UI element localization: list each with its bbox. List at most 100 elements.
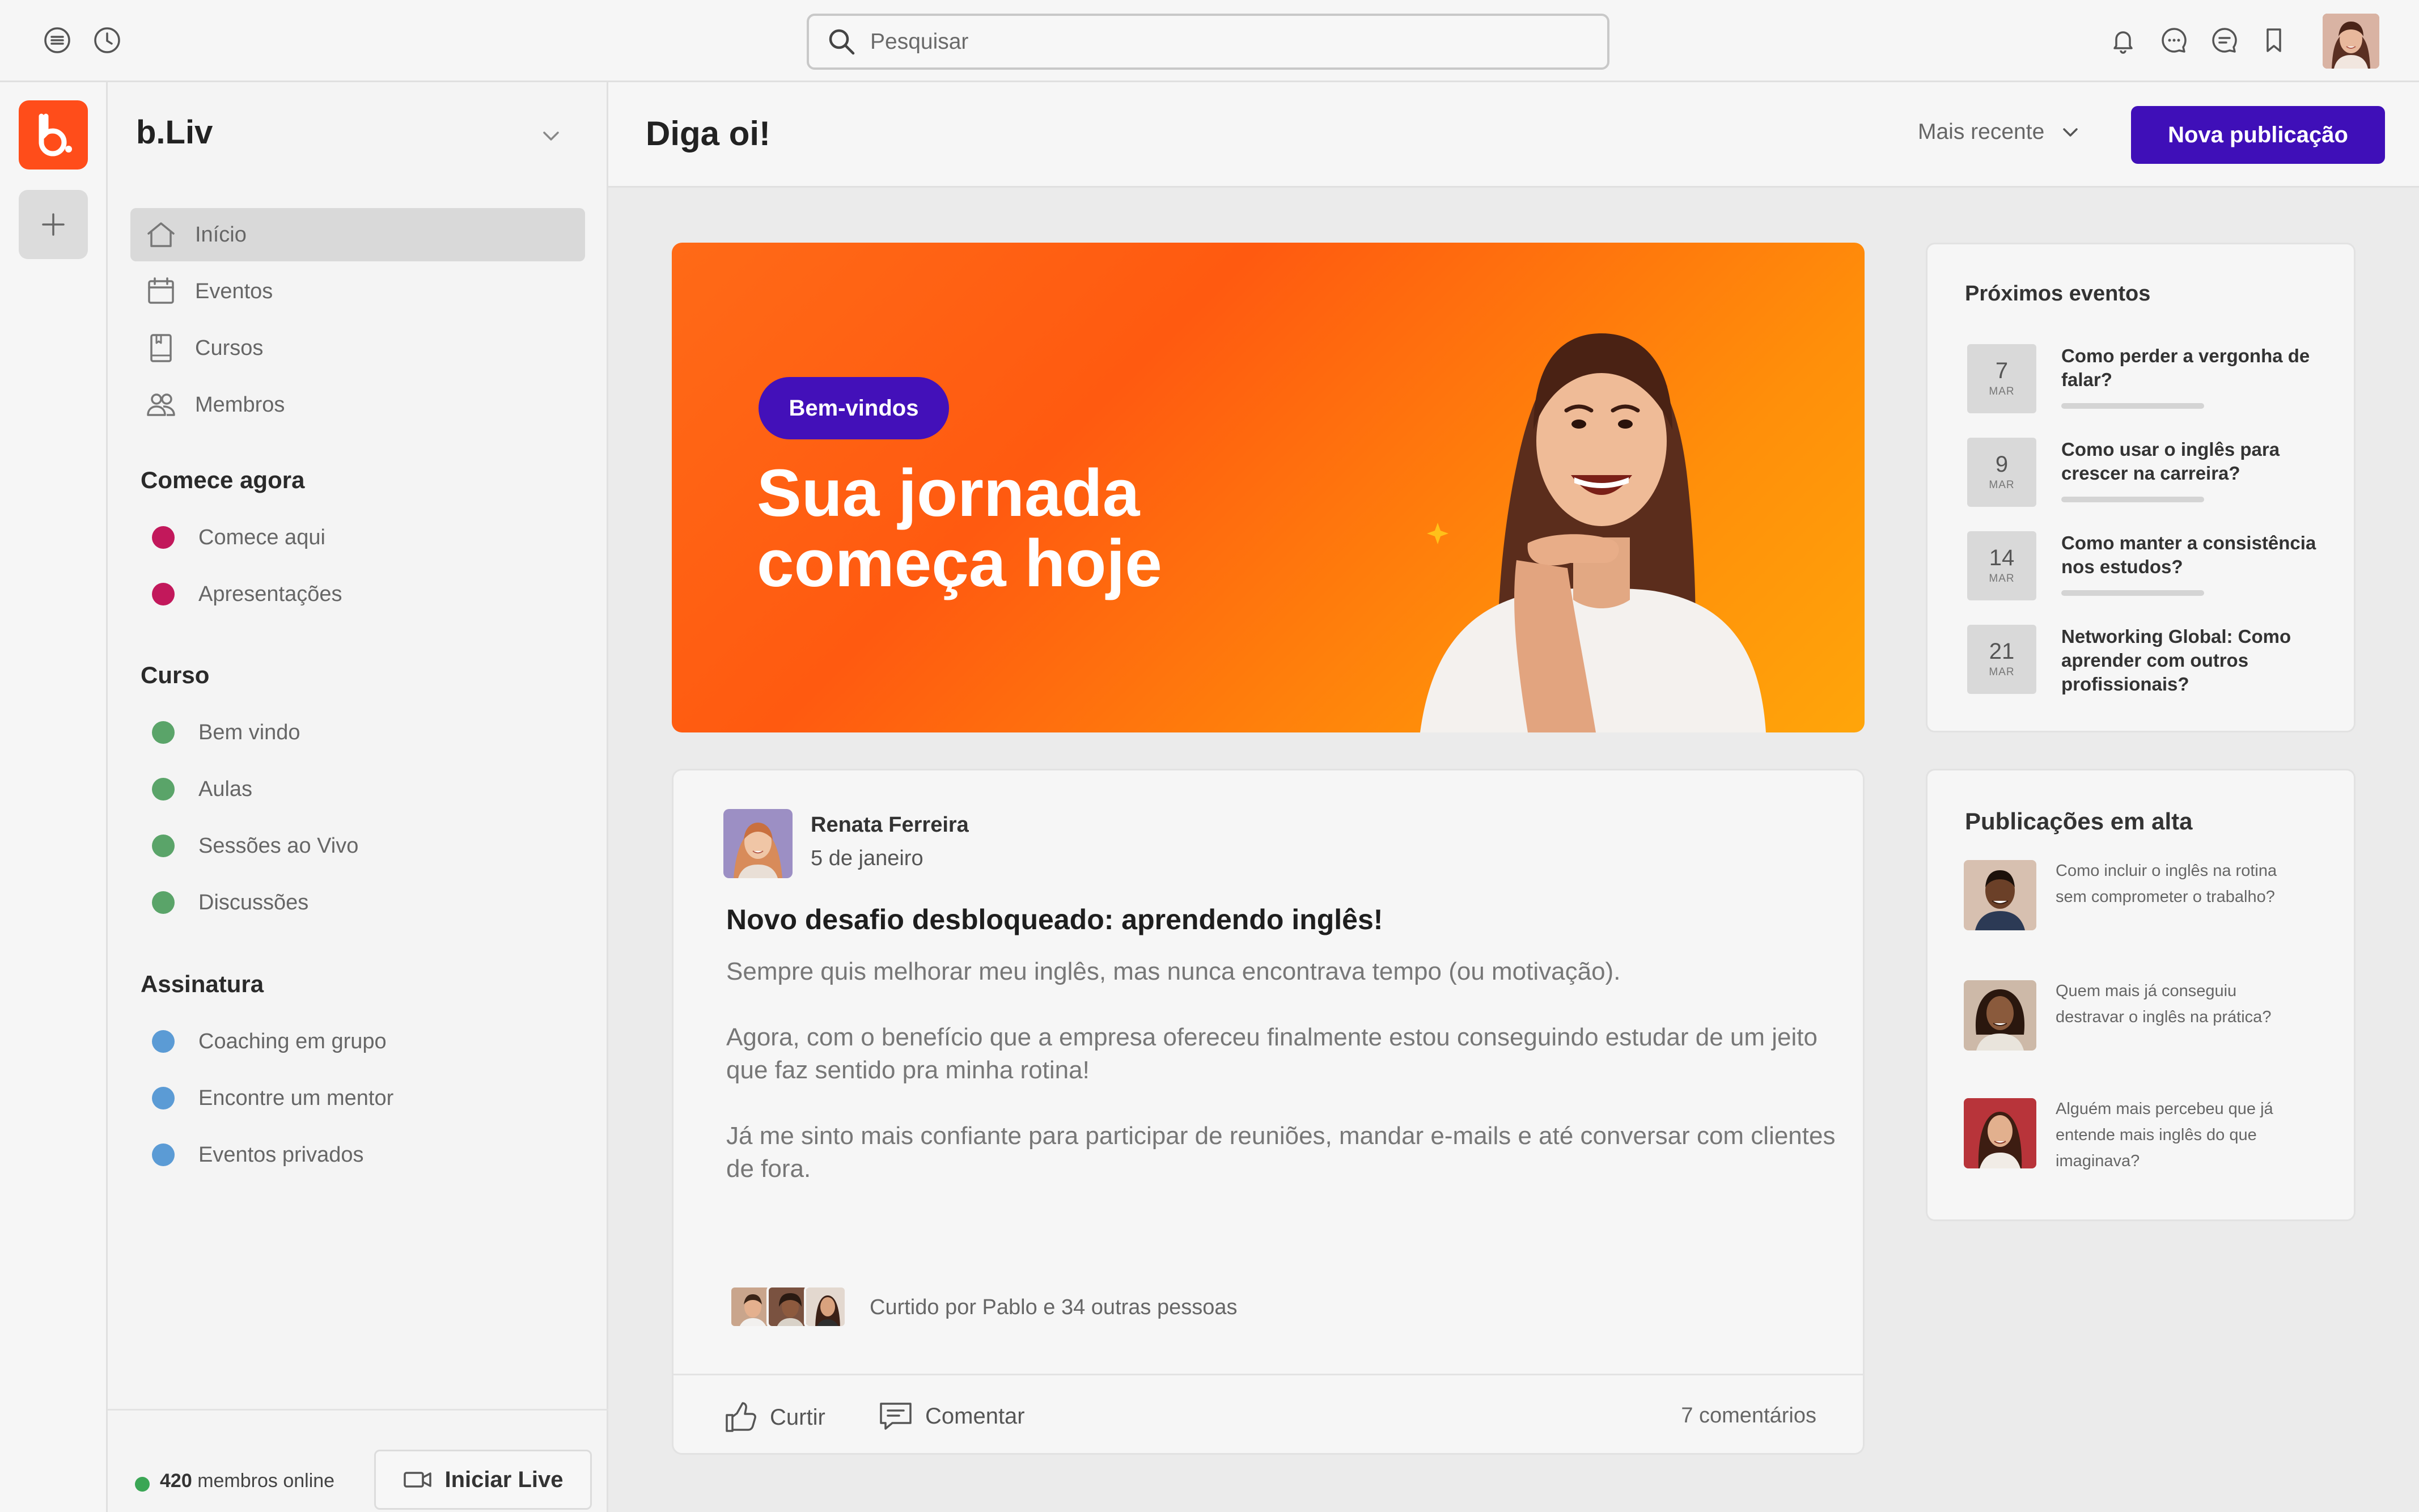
online-status-icon — [135, 1477, 150, 1492]
sidebar-item-label: Encontre um mentor — [198, 1086, 394, 1110]
banner-title-line: começa hoje — [757, 526, 1162, 601]
banner-woman-photo — [1420, 333, 1766, 732]
community-name[interactable]: b.Liv — [136, 113, 213, 151]
event-title: Como manter a consistência nos estudos? — [2061, 532, 2316, 577]
sidebar-item-sessoes-ao-vivo[interactable]: Sessões ao Vivo — [130, 819, 585, 873]
post-author[interactable]: Renata Ferreira — [811, 813, 969, 837]
sidebar-item-apresentacoes[interactable]: Apresentações — [130, 567, 585, 621]
event-bar — [2061, 497, 2204, 502]
messages-icon[interactable] — [2209, 25, 2240, 56]
sidebar-item-inicio[interactable]: Início — [130, 208, 585, 261]
comments-count[interactable]: 7 comentários — [1681, 1404, 1816, 1428]
home-icon — [144, 218, 178, 252]
like-label: Curtir — [770, 1404, 825, 1430]
section-title-curso: Curso — [141, 662, 210, 688]
event-item[interactable]: 9 MAR Como usar o inglês para crescer na… — [1967, 438, 2341, 511]
sidebar-item-eventos[interactable]: Eventos — [130, 265, 585, 318]
sidebar-item-discussoes[interactable]: Discussões — [130, 876, 585, 929]
event-date: 21 MAR — [1967, 625, 2036, 694]
search-icon — [827, 27, 857, 57]
sidebar-item-label: Cursos — [195, 336, 264, 360]
sort-label: Mais recente — [1918, 120, 2045, 144]
trending-item[interactable]: Como incluir o inglês na rotina sem comp… — [1964, 860, 2338, 962]
sidebar-item-coaching-em-grupo[interactable]: Coaching em grupo — [130, 1015, 585, 1068]
page-title: Diga oi! — [646, 115, 770, 153]
trending-text: Quem mais já conseguiu destravar o inglê… — [2056, 982, 2272, 1026]
post-actions: Curtir Comentar 7 comentários — [673, 1374, 1863, 1453]
start-live-button[interactable]: Iniciar Live — [374, 1450, 592, 1510]
trending-text: Como incluir o inglês na rotina sem comp… — [2056, 862, 2277, 906]
liker-avatar — [729, 1285, 772, 1328]
sort-dropdown[interactable]: Mais recente — [1918, 120, 2082, 145]
sidebar-item-membros[interactable]: Membros — [130, 378, 585, 431]
trending-avatar — [1964, 980, 2036, 1051]
author-avatar[interactable] — [723, 809, 793, 878]
menu-icon[interactable] — [42, 25, 73, 56]
event-day: 7 — [1995, 358, 2009, 383]
sidebar-item-label: Bem vindo — [198, 720, 300, 744]
bell-icon[interactable] — [2108, 25, 2138, 56]
event-item[interactable]: 21 MAR Networking Global: Como aprender … — [1967, 625, 2341, 698]
comment-label: Comentar — [925, 1403, 1025, 1429]
search-input[interactable] — [870, 29, 1550, 54]
sidebar-item-bem-vindo[interactable]: Bem vindo — [130, 706, 585, 759]
new-post-button[interactable]: Nova publicação — [2131, 106, 2385, 164]
sidebar-footer: 420 membros online Iniciar Live — [108, 1409, 608, 1512]
post-body: Sempre quis melhorar meu inglês, mas nun… — [726, 955, 1837, 1218]
chevron-down-icon[interactable] — [540, 125, 562, 147]
event-month: MAR — [1989, 479, 2015, 491]
trending-item[interactable]: Quem mais já conseguiu destravar o inglê… — [1964, 980, 2338, 1082]
user-avatar[interactable] — [2323, 14, 2379, 69]
event-day: 21 — [1989, 639, 2015, 664]
channel-dot-icon — [152, 891, 175, 914]
event-month: MAR — [1989, 573, 2015, 585]
sidebar-item-label: Membros — [195, 392, 285, 417]
welcome-banner: Bem-vindos Sua jornada começa hoje — [672, 243, 1865, 732]
event-title: Como perder a vergonha de falar? — [2061, 345, 2310, 390]
section-title-assinatura: Assinatura — [141, 971, 264, 997]
comment-button[interactable]: Comentar — [879, 1400, 1025, 1432]
liker-avatar — [804, 1285, 847, 1328]
event-item[interactable]: 7 MAR Como perder a vergonha de falar? — [1967, 344, 2341, 418]
sidebar-item-label: Coaching em grupo — [198, 1029, 387, 1053]
event-title: Como usar o inglês para crescer na carre… — [2061, 439, 2280, 484]
community-logo-button[interactable] — [19, 100, 88, 170]
likers-avatars[interactable] — [729, 1285, 848, 1331]
sidebar-item-eventos-privados[interactable]: Eventos privados — [130, 1128, 585, 1181]
add-community-button[interactable] — [19, 190, 88, 259]
event-date: 9 MAR — [1967, 438, 2036, 507]
trending-item[interactable]: Alguém mais percebeu que já entende mais… — [1964, 1098, 2338, 1200]
clock-icon[interactable] — [92, 25, 122, 56]
channel-dot-icon — [152, 583, 175, 605]
event-item[interactable]: 14 MAR Como manter a consistência nos es… — [1967, 531, 2341, 605]
chat-icon[interactable] — [2159, 25, 2189, 56]
sidebar-item-cursos[interactable]: Cursos — [130, 321, 585, 375]
channel-dot-icon — [152, 835, 175, 857]
event-bar — [2061, 403, 2204, 409]
sidebar-item-label: Eventos privados — [198, 1142, 364, 1167]
channel-dot-icon — [152, 1030, 175, 1053]
thumbs-up-icon — [726, 1402, 756, 1432]
search-bar[interactable] — [807, 14, 1609, 70]
post-paragraph: Agora, com o benefício que a empresa ofe… — [726, 1023, 1818, 1084]
channel-dot-icon — [152, 1087, 175, 1109]
post-paragraph: Já me sinto mais confiante para particip… — [726, 1122, 1836, 1183]
event-bar — [2061, 590, 2204, 596]
bookmark-icon[interactable] — [2259, 25, 2289, 56]
like-button[interactable]: Curtir — [723, 1400, 825, 1434]
chevron-down-icon — [2063, 128, 2078, 137]
comment-icon — [880, 1403, 912, 1430]
channel-dot-icon — [152, 1143, 175, 1166]
liked-by-text[interactable]: Curtido por Pablo e 34 outras pessoas — [870, 1295, 1238, 1320]
top-bar — [0, 0, 2419, 82]
post-card: Renata Ferreira 5 de janeiro Novo desafi… — [672, 769, 1865, 1455]
sidebar-item-aulas[interactable]: Aulas — [130, 763, 585, 816]
page-header: Diga oi! Mais recente Nova publicação — [608, 82, 2419, 188]
trending-text: Alguém mais percebeu que já entende mais… — [2056, 1100, 2273, 1170]
panel-title: Publicações em alta — [1965, 808, 2193, 835]
sidebar-item-encontre-um-mentor[interactable]: Encontre um mentor — [130, 1071, 585, 1125]
trending-avatar — [1964, 860, 2036, 930]
post-title[interactable]: Novo desafio desbloqueado: aprendendo in… — [726, 903, 1383, 936]
sidebar-item-comece-aqui[interactable]: Comece aqui — [130, 511, 585, 564]
sidebar-item-label: Eventos — [195, 279, 273, 303]
